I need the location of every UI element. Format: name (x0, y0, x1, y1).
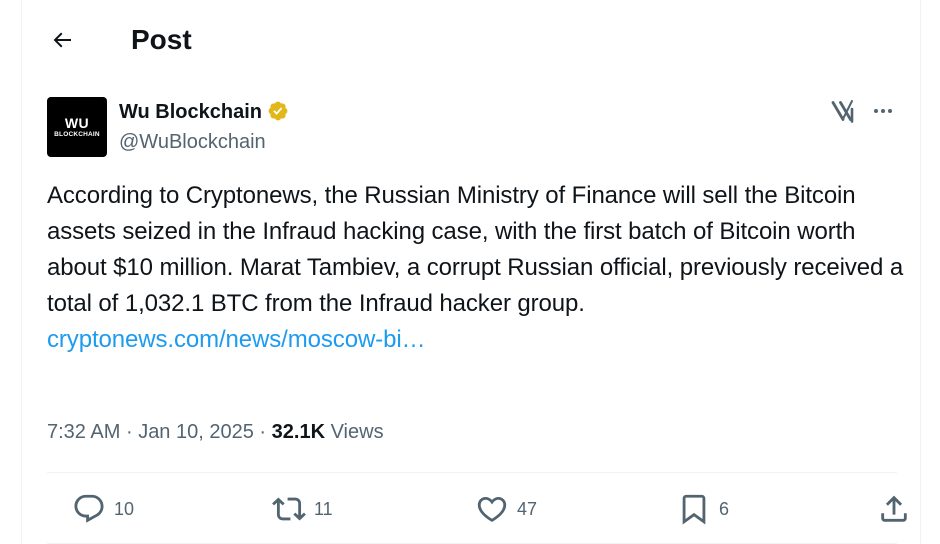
tweet-time[interactable]: 7:32 AM (47, 421, 120, 443)
like-count: 47 (517, 498, 538, 519)
more-options-button[interactable] (866, 96, 900, 126)
divider (47, 472, 897, 473)
tweet-meta: 7:32 AM · Jan 10, 2025 · 32.1K Views (47, 418, 384, 446)
author-name: Wu Blockchain (119, 101, 262, 123)
reply-icon (74, 494, 104, 523)
post-header: Post (22, 0, 920, 80)
repost-button[interactable]: 11 (272, 486, 333, 532)
more-icon (874, 109, 892, 113)
tweet-body: According to Cryptonews, the Russian Min… (47, 178, 907, 358)
bookmark-icon (682, 494, 706, 525)
avatar-logo-subtext: BLOCKCHAIN (54, 130, 100, 138)
avatar-logo-text: WU (64, 114, 90, 131)
meta-separator: · (125, 421, 133, 443)
tweet-link[interactable]: cryptonews.com/news/moscow-bi… (47, 322, 907, 358)
tweet-date[interactable]: Jan 10, 2025 (138, 421, 254, 443)
share-icon (881, 495, 907, 522)
like-button[interactable]: 47 (475, 486, 537, 532)
reply-count: 10 (114, 498, 135, 519)
repost-count: 11 (314, 498, 333, 519)
reply-button[interactable]: 10 (72, 486, 134, 532)
author-name-link[interactable]: Wu Blockchain (119, 99, 291, 125)
back-button[interactable] (42, 20, 82, 60)
bookmark-count: 6 (719, 498, 730, 519)
avatar[interactable]: WU BLOCKCHAIN (47, 97, 107, 157)
repost-icon (272, 497, 306, 521)
tweet-text: According to Cryptonews, the Russian Min… (47, 182, 904, 317)
grok-icon (831, 100, 854, 123)
heart-icon (477, 496, 507, 522)
share-button[interactable] (877, 486, 911, 532)
bookmark-button[interactable]: 6 (677, 486, 729, 532)
post-column: Post WU BLOCKCHAIN Wu Blockchain @WuBloc… (21, 0, 921, 544)
grok-button[interactable] (826, 96, 860, 126)
author-handle[interactable]: @WuBlockchain (119, 129, 266, 155)
views-label: Views (330, 421, 384, 443)
action-bar: 10 11 47 6 (47, 486, 907, 532)
verified-badge-icon[interactable] (267, 100, 291, 124)
arrow-left-icon (53, 32, 71, 48)
views-count: 32.1K (271, 421, 326, 443)
page-title: Post (131, 24, 192, 55)
meta-separator: · (259, 421, 267, 443)
